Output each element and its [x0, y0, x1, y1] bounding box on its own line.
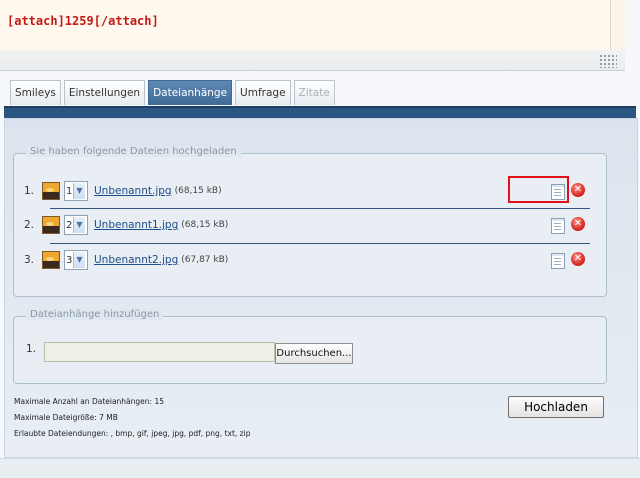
file-size: (68,15 kB)	[181, 220, 229, 230]
file-size: (67,87 kB)	[181, 255, 229, 265]
image-thumbnail-icon	[42, 251, 60, 269]
highlight-box	[508, 176, 569, 203]
browse-button[interactable]: Durchsuchen...	[275, 343, 353, 364]
file-order-value: 3	[66, 254, 73, 266]
allowed-extensions-info: Erlaubte Dateiendungen: , bmp, gif, jpeg…	[14, 429, 251, 438]
uploaded-files-legend: Sie haben folgende Dateien hochgeladen	[26, 146, 241, 157]
footer-bar	[0, 458, 640, 478]
document-icon[interactable]	[551, 218, 565, 234]
file-order-value: 2	[66, 219, 73, 231]
file-order-select[interactable]: 1 ▼	[64, 181, 88, 201]
file-size: (68,15 kB)	[174, 186, 222, 196]
message-editor[interactable]: [attach]1259[/attach]	[0, 0, 625, 51]
file-link[interactable]: Unbenannt.jpg	[94, 185, 172, 197]
panel-header-bar	[4, 106, 636, 118]
tab-zitate: Zitate	[293, 80, 335, 105]
tab-umfrage[interactable]: Umfrage	[235, 80, 291, 105]
uploaded-files-fieldset: Sie haben folgende Dateien hochgeladen 1…	[13, 146, 607, 297]
tab-dateianhaenge[interactable]: Dateianhänge	[148, 80, 233, 105]
max-attachments-info: Maximale Anzahl an Dateianhängen: 15	[14, 397, 164, 406]
file-order-value: 1	[66, 185, 73, 197]
editor-resize-bar	[0, 50, 625, 71]
file-number: 2.	[24, 219, 35, 231]
resize-grip-icon[interactable]	[599, 54, 617, 68]
upload-button[interactable]: Hochladen	[508, 396, 604, 418]
file-link[interactable]: Unbenannt2.jpg	[94, 254, 178, 266]
file-path-input[interactable]	[44, 342, 275, 362]
image-thumbnail-icon	[42, 182, 60, 200]
add-attachments-legend: Dateianhänge hinzufügen	[26, 309, 164, 320]
tab-bar: Smileys Einstellungen Dateianhänge Umfra…	[10, 80, 335, 106]
row-divider	[50, 208, 590, 209]
image-thumbnail-icon	[42, 216, 60, 234]
file-number: 1.	[24, 185, 35, 197]
file-order-select[interactable]: 2 ▼	[64, 215, 88, 235]
delete-icon[interactable]: ✕	[571, 252, 585, 266]
row-divider	[50, 243, 590, 244]
editor-content: [attach]1259[/attach]	[7, 14, 159, 28]
file-row: 3. 3 ▼ Unbenannt2.jpg (67,87 kB)	[24, 245, 584, 275]
tab-smileys[interactable]: Smileys	[10, 80, 61, 105]
file-link[interactable]: Unbenannt1.jpg	[94, 219, 178, 231]
file-order-select[interactable]: 3 ▼	[64, 250, 88, 270]
max-filesize-info: Maximale Dateigröße: 7 MB	[14, 413, 118, 422]
chevron-down-icon[interactable]: ▼	[73, 217, 85, 233]
chevron-down-icon[interactable]: ▼	[73, 252, 85, 268]
file-row: 1. 1 ▼ Unbenannt.jpg (68,15 kB)	[24, 176, 584, 206]
document-icon[interactable]	[551, 253, 565, 269]
tab-einstellungen[interactable]: Einstellungen	[63, 80, 146, 105]
upload-number: 1.	[26, 343, 37, 355]
editor-scrollbar[interactable]	[610, 0, 625, 50]
file-row: 2. 2 ▼ Unbenannt1.jpg (68,15 kB)	[24, 210, 584, 240]
delete-icon[interactable]: ✕	[571, 217, 585, 231]
delete-icon[interactable]: ✕	[571, 183, 585, 197]
chevron-down-icon[interactable]: ▼	[73, 183, 85, 199]
file-number: 3.	[24, 254, 35, 266]
